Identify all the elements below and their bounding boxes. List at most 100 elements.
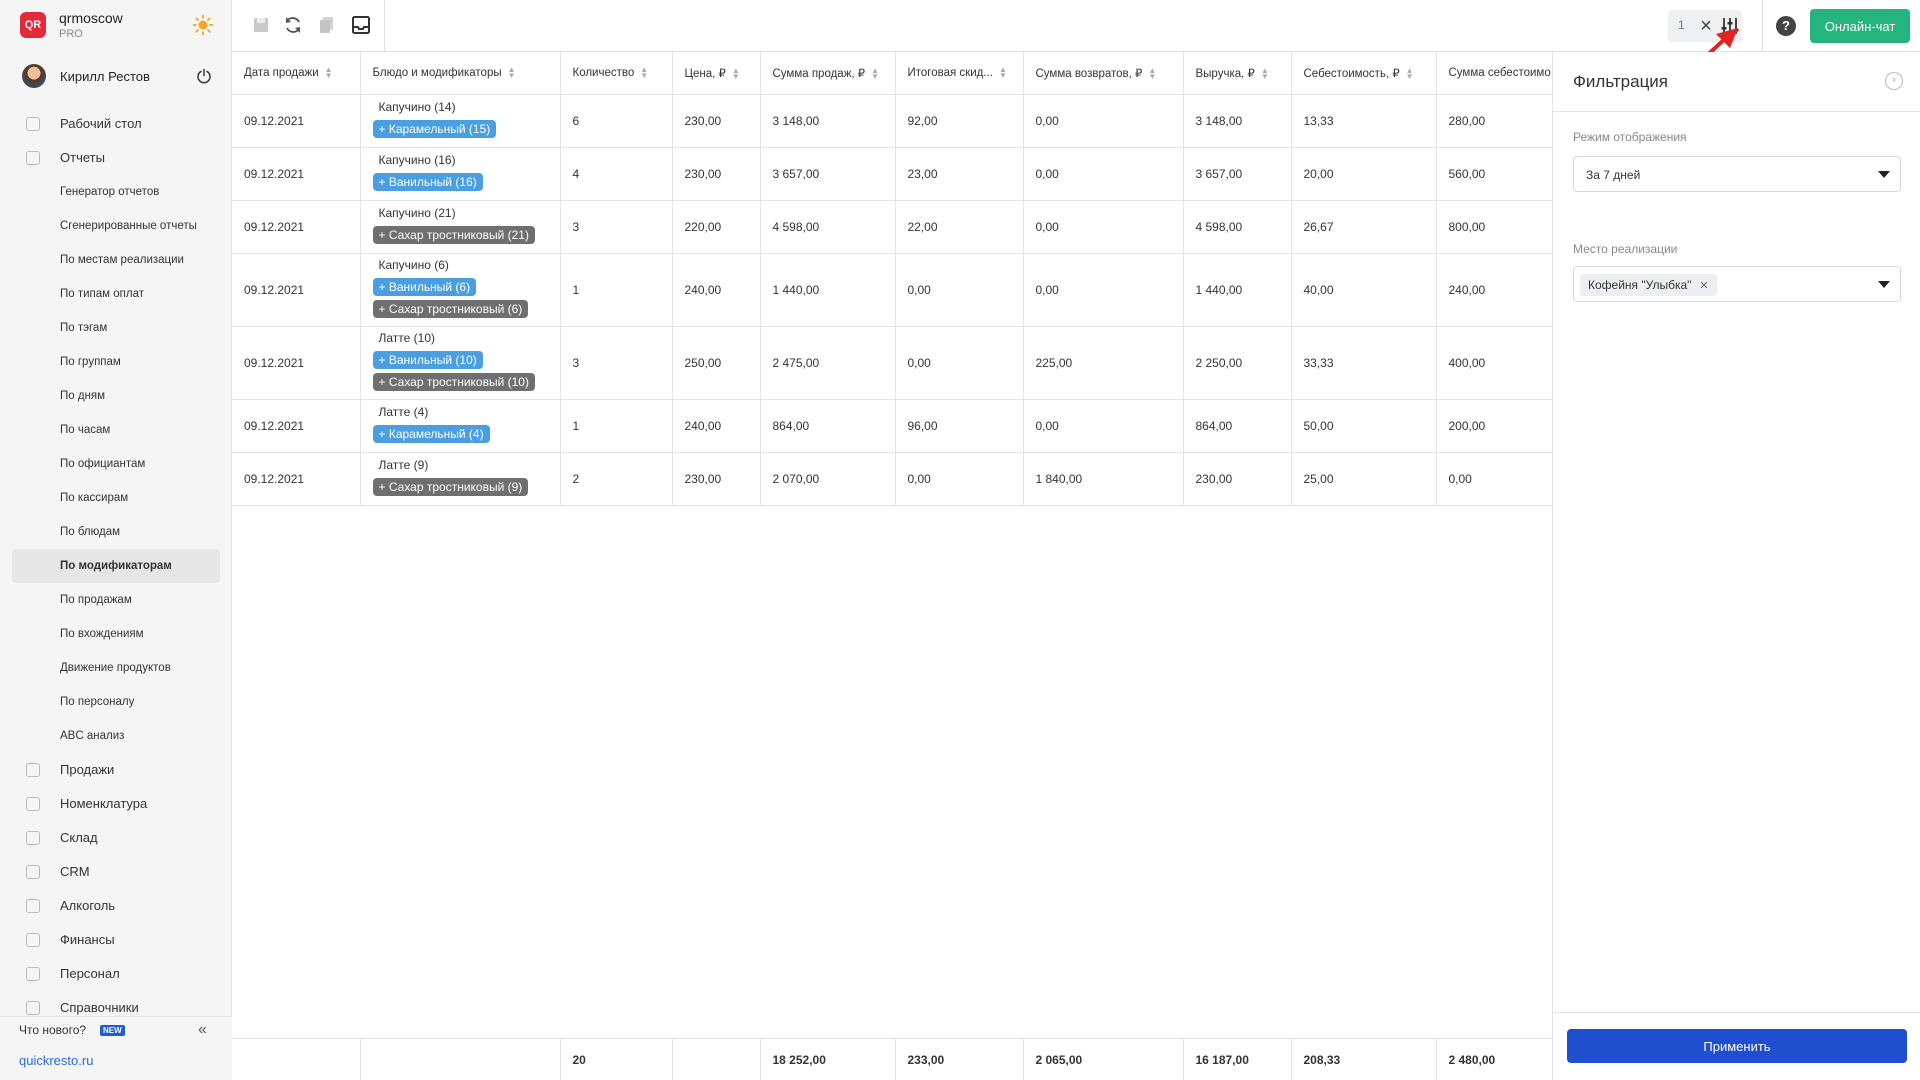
- nav-report-by-dishes[interactable]: По блюдам: [12, 515, 220, 549]
- nav-report-generated[interactable]: Сгенерированные отчеты: [12, 209, 220, 243]
- table-row[interactable]: 09.12.2021 Латте (10) + Ванильный (10) + Са…: [232, 326, 1552, 400]
- nav-report-by-modifiers[interactable]: По модификаторам: [12, 549, 220, 583]
- close-panel-icon[interactable]: ›: [1885, 72, 1903, 90]
- sun-icon[interactable]: [192, 14, 214, 36]
- collapse-sidebar-icon[interactable]: «: [198, 1021, 207, 1039]
- nav-report-by-sales[interactable]: По продажам: [12, 583, 220, 617]
- table-row[interactable]: 09.12.2021 Латте (4) + Карамельный (4) 1 240…: [232, 399, 1552, 453]
- whats-new-link[interactable]: Что нового?: [19, 1023, 86, 1037]
- cell-discount: 0,00: [895, 452, 1024, 506]
- report-table: Дата продажи ▲ ▼ Блюдо и модификаторы ▲ ▼ Ко…: [232, 52, 1552, 1080]
- filter-panel-header: Фильтрация ›: [1553, 52, 1920, 112]
- col-dish[interactable]: Блюдо и модификаторы ▲ ▼: [360, 52, 561, 95]
- nav-report-by-entries[interactable]: По вхождениям: [12, 617, 220, 651]
- cell-cost-sum: 400,00: [1436, 326, 1552, 400]
- box-icon: [26, 831, 40, 845]
- table-row[interactable]: 09.12.2021 Капучино (6) + Ванильный (6) + С…: [232, 253, 1552, 327]
- nav-report-product-movement[interactable]: Движение продуктов: [12, 651, 220, 685]
- help-icon[interactable]: ?: [1776, 16, 1796, 36]
- col-label: Сумма продаж, ₽: [772, 67, 866, 80]
- place-label: Место реализации: [1573, 242, 1678, 256]
- remove-chip-icon[interactable]: ✕: [1699, 280, 1708, 292]
- nav-sales[interactable]: Продажи: [12, 753, 220, 787]
- nav-report-by-place[interactable]: По местам реализации: [12, 243, 220, 277]
- sort-icon[interactable]: ▲ ▼: [1261, 66, 1269, 80]
- nav-dashboard[interactable]: Рабочий стол: [12, 107, 220, 141]
- cell-qty: 2: [560, 452, 673, 506]
- table-row[interactable]: 09.12.2021 Капучино (16) + Ванильный (16) 4…: [232, 147, 1552, 201]
- cell-date: 09.12.2021: [232, 253, 361, 327]
- nav-report-by-groups[interactable]: По группам: [12, 345, 220, 379]
- apply-button[interactable]: Применить: [1567, 1029, 1907, 1063]
- nav-nomenclature[interactable]: Номенклатура: [12, 787, 220, 821]
- sort-icon[interactable]: ▲ ▼: [325, 65, 333, 79]
- sort-icon[interactable]: ▲ ▼: [732, 66, 740, 80]
- col-price[interactable]: Цена, ₽ ▲ ▼: [672, 52, 761, 95]
- nav-report-generator[interactable]: Генератор отчетов: [12, 175, 220, 209]
- table-row[interactable]: 09.12.2021 Капучино (21) + Сахар тростнико…: [232, 200, 1552, 254]
- sort-icon[interactable]: ▲ ▼: [1148, 66, 1156, 80]
- nav-nomenclature-label: Номенклатура: [60, 796, 148, 811]
- sort-icon[interactable]: ▲ ▼: [1406, 66, 1414, 80]
- nav-report-by-staff[interactable]: По персоналу: [12, 685, 220, 719]
- nav-report-by-hours[interactable]: По часам: [12, 413, 220, 447]
- nav-alcohol[interactable]: Алкоголь: [12, 889, 220, 923]
- dish-name: Латте (10): [378, 330, 436, 345]
- online-chat-button[interactable]: Онлайн-чат: [1810, 9, 1910, 43]
- cell-price: 240,00: [672, 253, 761, 327]
- nav-report-by-cashiers[interactable]: По кассирам: [12, 481, 220, 515]
- cell-revenue: 4 598,00: [1183, 200, 1292, 254]
- cell-discount: 0,00: [895, 253, 1024, 327]
- col-date[interactable]: Дата продажи ▲ ▼: [232, 52, 361, 95]
- cell-dish: Латте (4) + Карамельный (4): [360, 399, 561, 453]
- brand-plan: PRO: [59, 28, 83, 40]
- sort-icon[interactable]: ▲ ▼: [999, 65, 1007, 79]
- refresh-icon[interactable]: [282, 14, 304, 36]
- cell-cost: 33,33: [1291, 326, 1437, 400]
- place-select[interactable]: Кофейня "Улыбка" ✕: [1573, 266, 1901, 302]
- col-returns[interactable]: Сумма возвратов, ₽ ▲ ▼: [1023, 52, 1184, 95]
- nav-report-by-days[interactable]: По дням: [12, 379, 220, 413]
- col-label: Выручка, ₽: [1195, 67, 1255, 80]
- nav-report-abc[interactable]: ABC анализ: [12, 719, 220, 753]
- cell-revenue: 230,00: [1183, 452, 1292, 506]
- nav-reports[interactable]: Отчеты: [12, 141, 220, 175]
- nav-warehouse[interactable]: Склад: [12, 821, 220, 855]
- nav-reports-label: Отчеты: [60, 150, 105, 165]
- cell-returns: 0,00: [1023, 253, 1184, 327]
- col-cost[interactable]: Себестоимость, ₽ ▲ ▼: [1291, 52, 1437, 95]
- nav-personnel[interactable]: Персонал: [12, 957, 220, 991]
- clear-filter-icon[interactable]: ×: [1694, 14, 1718, 38]
- inbox-icon[interactable]: [350, 14, 372, 36]
- col-cost-sum[interactable]: Сумма себестоимо: [1436, 52, 1552, 95]
- copy-icon[interactable]: [316, 14, 338, 36]
- nav-crm[interactable]: CRM: [12, 855, 220, 889]
- user-profile[interactable]: Кирилл Рестов: [22, 64, 218, 90]
- cell-cost-sum: 200,00: [1436, 399, 1552, 453]
- nav-report-by-waiters[interactable]: По официантам: [12, 447, 220, 481]
- nav-report-by-tags[interactable]: По тэгам: [12, 311, 220, 345]
- site-link[interactable]: quickresto.ru: [19, 1053, 93, 1068]
- col-revenue[interactable]: Выручка, ₽ ▲ ▼: [1183, 52, 1292, 95]
- dish-name: Капучино (21): [378, 205, 456, 220]
- save-icon[interactable]: [250, 14, 272, 36]
- cell-discount: 92,00: [895, 94, 1024, 148]
- nav-finance[interactable]: Финансы: [12, 923, 220, 957]
- sort-icon[interactable]: ▲ ▼: [508, 65, 516, 79]
- cell-sales: 864,00: [760, 399, 896, 453]
- filter-settings-icon[interactable]: [1718, 14, 1742, 38]
- col-qty[interactable]: Количество ▲ ▼: [560, 52, 673, 95]
- display-mode-select[interactable]: За 7 дней: [1573, 156, 1901, 192]
- sort-icon[interactable]: ▲ ▼: [871, 66, 879, 80]
- col-sales[interactable]: Сумма продаж, ₽ ▲ ▼: [760, 52, 896, 95]
- tag-icon: [26, 797, 40, 811]
- sort-icon[interactable]: ▲ ▼: [640, 65, 648, 79]
- table-row[interactable]: 09.12.2021 Латте (9) + Сахар тростниковый …: [232, 452, 1552, 506]
- brand[interactable]: QR qrmoscow PRO: [20, 10, 220, 40]
- power-icon[interactable]: [196, 68, 212, 84]
- cell-price: 220,00: [672, 200, 761, 254]
- table-row[interactable]: 09.12.2021 Капучино (14) + Карамельный (15…: [232, 94, 1552, 148]
- place-chip[interactable]: Кофейня "Улыбка" ✕: [1580, 274, 1717, 296]
- nav-report-by-payment[interactable]: По типам оплат: [12, 277, 220, 311]
- col-discount[interactable]: Итоговая скид... ▲ ▼: [895, 52, 1024, 95]
